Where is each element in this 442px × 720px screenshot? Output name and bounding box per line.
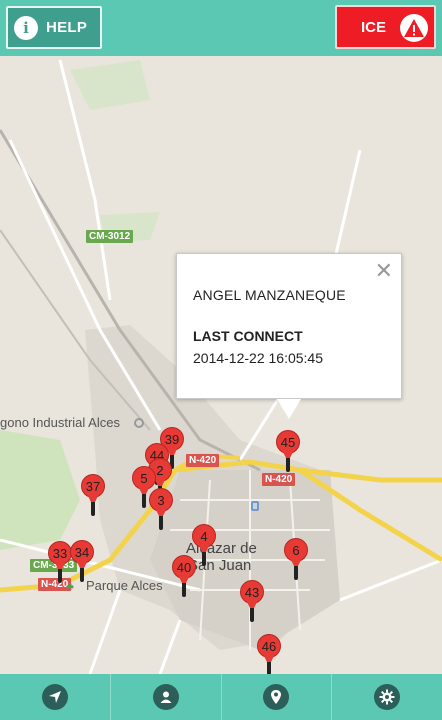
- ice-button[interactable]: ICE: [335, 5, 436, 49]
- close-icon[interactable]: ✕: [375, 260, 393, 282]
- bottom-nav: [0, 674, 442, 720]
- map-marker[interactable]: 34: [70, 540, 94, 584]
- info-window: ✕ ANGEL MANZANEQUE LAST CONNECT 2014-12-…: [176, 253, 402, 419]
- user-icon: [152, 684, 179, 710]
- tab-settings[interactable]: [332, 674, 442, 720]
- top-bar: i HELP ICE: [0, 0, 442, 56]
- map-marker[interactable]: 3: [149, 488, 173, 532]
- tab-location[interactable]: [0, 674, 111, 720]
- warning-icon: [400, 14, 428, 42]
- map-marker[interactable]: 40: [172, 555, 196, 599]
- info-icon: i: [14, 15, 38, 40]
- tab-map[interactable]: [222, 674, 333, 720]
- place-label-industrial: gono Industrial Alces: [0, 415, 120, 430]
- map-marker[interactable]: 45: [276, 430, 300, 474]
- place-label-parque: Parque Alces: [86, 578, 163, 593]
- road-label-n420: N-420: [262, 473, 296, 486]
- map-marker[interactable]: 6: [284, 538, 308, 582]
- poi-icon: [134, 418, 144, 428]
- road-label-n420: N-420: [186, 454, 220, 467]
- tab-user[interactable]: [111, 674, 222, 720]
- map-marker[interactable]: 43: [240, 580, 264, 624]
- popup-pointer: [277, 399, 301, 419]
- road-label-cm3012: CM-3012: [86, 230, 134, 243]
- last-connect-title: LAST CONNECT: [193, 328, 303, 344]
- help-button[interactable]: i HELP: [6, 6, 102, 49]
- map-marker[interactable]: 37: [81, 474, 105, 518]
- station-icon: [251, 501, 259, 511]
- map-pin-icon: [263, 684, 290, 710]
- last-connect-value: 2014-12-22 16:05:45: [193, 350, 323, 366]
- map-marker[interactable]: 46: [257, 634, 281, 674]
- location-arrow-icon: [41, 684, 68, 710]
- help-label: HELP: [46, 19, 88, 36]
- ice-label: ICE: [361, 18, 387, 36]
- contact-name: ANGEL MANZANEQUE: [193, 287, 346, 303]
- map-marker[interactable]: 33: [48, 541, 72, 585]
- gear-icon: [374, 684, 401, 710]
